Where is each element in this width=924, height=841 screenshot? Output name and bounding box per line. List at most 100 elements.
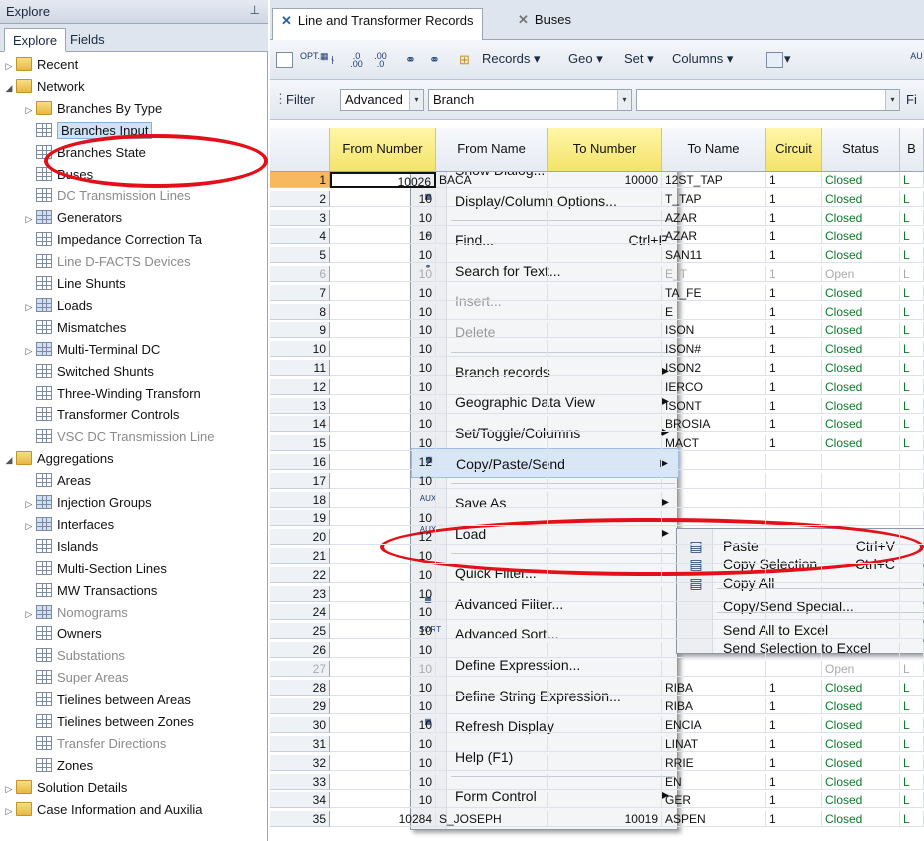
table-cell-from[interactable]: 10 xyxy=(330,190,436,207)
row-header[interactable]: 12 xyxy=(270,378,330,395)
table-cell-status[interactable]: Closed xyxy=(822,811,900,828)
table-cell-status[interactable]: Closed xyxy=(822,209,900,226)
table-cell-to[interactable] xyxy=(548,209,662,226)
collapse-icon[interactable]: ◢ xyxy=(2,450,16,471)
table-cell-tname[interactable] xyxy=(662,529,766,546)
table-cell-fname[interactable] xyxy=(436,548,548,564)
table-cell-b[interactable]: L xyxy=(900,209,924,226)
table-cell-from[interactable]: 10 xyxy=(330,341,436,358)
tab-line-transformer-records[interactable]: ✕ Line and Transformer Records xyxy=(272,8,483,40)
column-header-to-name[interactable]: To Name xyxy=(662,128,766,172)
table-cell-fname[interactable] xyxy=(436,585,548,602)
tree-item-multi-terminal-dc[interactable]: ▷ Multi-Terminal DC xyxy=(22,339,160,360)
table-cell-fname[interactable] xyxy=(436,266,548,282)
table-cell-fname[interactable] xyxy=(436,454,548,470)
table-cell-b[interactable] xyxy=(900,529,924,546)
table-cell-tname[interactable]: RRIE xyxy=(662,754,766,771)
table-cell-to[interactable] xyxy=(548,642,662,658)
tree-item-branches-by-type[interactable]: ▷ Branches By Type xyxy=(22,98,162,119)
table-cell-tname[interactable]: E_T xyxy=(662,266,766,282)
table-cell-b[interactable]: L xyxy=(900,322,924,339)
tree-item-case-information-and-auxilia[interactable]: ▷ Case Information and Auxilia xyxy=(2,799,202,820)
table-cell-ckt[interactable]: 1 xyxy=(766,811,822,828)
table-cell-status[interactable] xyxy=(822,548,900,564)
table-cell-status[interactable] xyxy=(822,604,900,621)
table-cell-from[interactable]: 12 xyxy=(330,529,436,546)
table-cell-tname[interactable]: ISON2 xyxy=(662,360,766,376)
table-cell-status[interactable] xyxy=(822,510,900,527)
table-cell-status[interactable] xyxy=(822,454,900,470)
table-cell-to[interactable] xyxy=(548,435,662,452)
table-cell-ckt[interactable]: 1 xyxy=(766,247,822,264)
table-cell-ckt[interactable] xyxy=(766,491,822,508)
table-cell-ckt[interactable]: 1 xyxy=(766,397,822,414)
tree-item-branches-input[interactable]: Branches Input xyxy=(22,120,153,141)
tree-item-zones[interactable]: Zones xyxy=(22,755,93,776)
row-header[interactable]: 7 xyxy=(270,284,330,301)
find-label[interactable]: Fi xyxy=(906,92,917,107)
table-cell-b[interactable]: L xyxy=(900,435,924,452)
table-cell-to[interactable] xyxy=(548,360,662,376)
tree-item-areas[interactable]: Areas xyxy=(22,470,91,491)
table-cell-from[interactable]: 10 xyxy=(330,472,436,489)
table-cell-b[interactable] xyxy=(900,604,924,621)
table-cell-fname[interactable] xyxy=(436,792,548,809)
table-cell-fname[interactable] xyxy=(436,209,548,226)
table-cell-from[interactable]: 10 xyxy=(330,247,436,264)
row-header[interactable]: 15 xyxy=(270,435,330,452)
table-cell-ckt[interactable]: 1 xyxy=(766,228,822,245)
table-cell-status[interactable] xyxy=(822,566,900,583)
table-cell-from[interactable]: 10 xyxy=(330,679,436,696)
table-cell-b[interactable]: L xyxy=(900,397,924,414)
table-cell-status[interactable] xyxy=(822,642,900,658)
row-header[interactable]: 8 xyxy=(270,303,330,320)
table-cell-b[interactable]: L xyxy=(900,754,924,771)
table-cell-ckt[interactable] xyxy=(766,472,822,489)
close-icon[interactable]: ✕ xyxy=(518,12,529,27)
table-cell-tname[interactable]: EN xyxy=(662,773,766,790)
row-header[interactable]: 26 xyxy=(270,642,330,658)
table-cell-tname[interactable]: IERCO xyxy=(662,378,766,395)
table-cell-tname[interactable] xyxy=(662,491,766,508)
table-cell-b[interactable]: L xyxy=(900,792,924,809)
row-header[interactable]: 32 xyxy=(270,754,330,771)
table-cell-status[interactable] xyxy=(822,585,900,602)
row-header[interactable]: 33 xyxy=(270,773,330,790)
table-cell-from[interactable]: 10 xyxy=(330,397,436,414)
table-cell-ckt[interactable]: 1 xyxy=(766,266,822,282)
tree-item-injection-groups[interactable]: ▷ Injection Groups xyxy=(22,492,152,513)
row-header[interactable]: 11 xyxy=(270,360,330,376)
row-header[interactable]: 29 xyxy=(270,698,330,715)
table-cell-from[interactable]: 10 xyxy=(330,416,436,433)
tree-item-mismatches[interactable]: Mismatches xyxy=(22,317,126,338)
table-cell-to[interactable] xyxy=(548,717,662,734)
table-cell-fname[interactable] xyxy=(436,303,548,320)
table-cell-ckt[interactable]: 1 xyxy=(766,341,822,358)
row-header[interactable]: 5 xyxy=(270,247,330,264)
row-header[interactable]: 21 xyxy=(270,548,330,564)
table-cell-ckt[interactable]: 1 xyxy=(766,754,822,771)
table-cell-tname[interactable]: GER xyxy=(662,792,766,809)
table-cell-ckt[interactable]: 1 xyxy=(766,190,822,207)
filter-expression-select[interactable]: ▾ xyxy=(636,89,900,111)
table-cell-status[interactable]: Closed xyxy=(822,792,900,809)
table-cell-from[interactable]: 10 xyxy=(330,642,436,658)
table-cell-from[interactable]: 10 xyxy=(330,266,436,282)
table-cell-to[interactable] xyxy=(548,228,662,245)
table-cell-status[interactable]: Closed xyxy=(822,736,900,752)
tree-item-line-shunts[interactable]: Line Shunts xyxy=(22,273,126,294)
table-cell-status[interactable]: Closed xyxy=(822,284,900,301)
table-cell-status[interactable]: Closed xyxy=(822,754,900,771)
row-header[interactable]: 18 xyxy=(270,491,330,508)
row-header[interactable]: 24 xyxy=(270,604,330,621)
table-cell-b[interactable] xyxy=(900,472,924,489)
table-cell-ckt[interactable]: 1 xyxy=(766,679,822,696)
table-cell-from[interactable]: 10 xyxy=(330,322,436,339)
table-cell-tname[interactable] xyxy=(662,454,766,470)
tree-item-solution-details[interactable]: ▷ Solution Details xyxy=(2,777,127,798)
table-cell-status[interactable]: Closed xyxy=(822,341,900,358)
table-cell-from[interactable]: 10 xyxy=(330,717,436,734)
table-cell-to[interactable] xyxy=(548,378,662,395)
table-cell-ckt[interactable]: 1 xyxy=(766,284,822,301)
table-cell-tname[interactable] xyxy=(662,585,766,602)
